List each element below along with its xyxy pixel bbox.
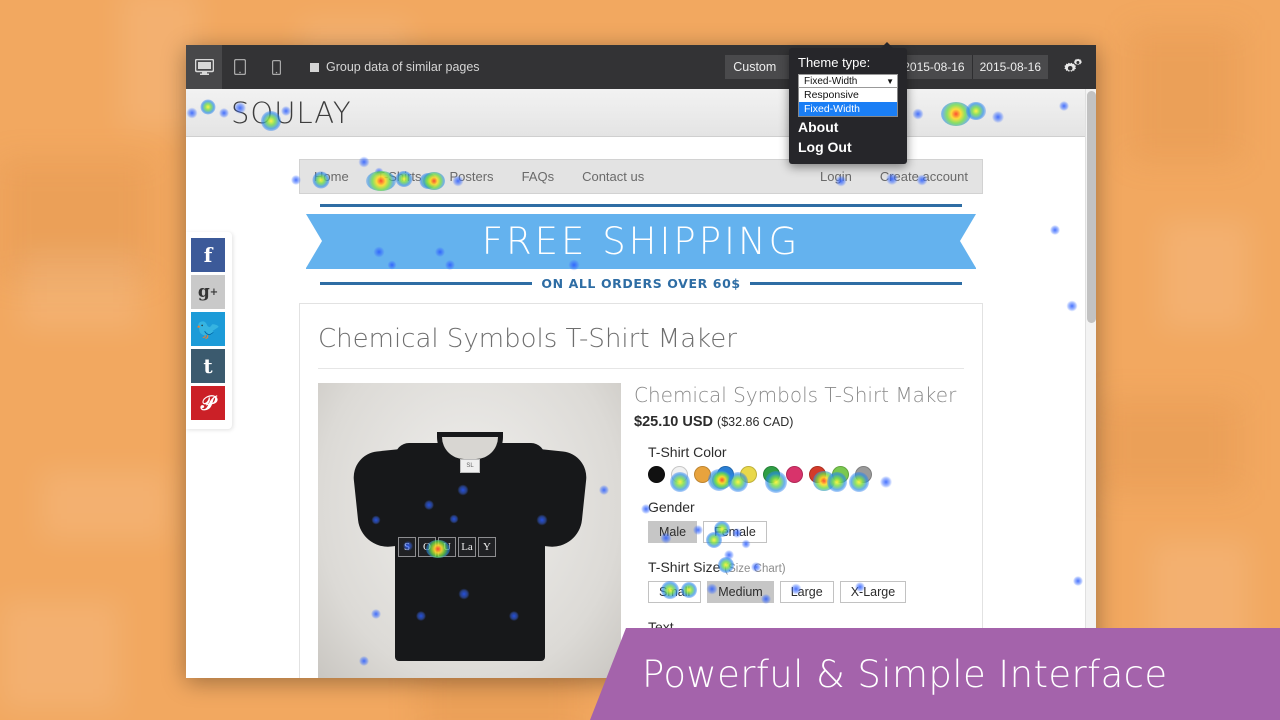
desktop-icon	[194, 59, 214, 75]
gender-options: Male Female	[648, 521, 964, 543]
banner-top-rule	[320, 204, 962, 207]
nav-item-create-account[interactable]: Create account	[880, 169, 968, 184]
theme-option-fixed-width[interactable]: Fixed-Width	[799, 102, 897, 116]
site-logo[interactable]: SOULAY	[231, 96, 352, 130]
tablet-icon	[234, 59, 246, 75]
banner-subline: ON ALL ORDERS OVER 60$	[541, 276, 741, 291]
analytics-window: Group data of similar pages Custom 2015-…	[186, 45, 1096, 678]
product-price: $25.10 USD ($32.86 CAD)	[634, 414, 964, 430]
caption-text: Powerful & Simple Interface	[642, 652, 1168, 696]
size-label-text: T-Shirt Size	[648, 559, 721, 575]
viewport-scrollbar[interactable]	[1085, 89, 1096, 678]
settings-dropdown-menu: Theme type: Fixed-Width ▼ Responsive Fix…	[789, 42, 907, 164]
size-option-small[interactable]: Small	[648, 581, 702, 603]
color-swatch-grey[interactable]	[855, 466, 872, 483]
size-option-medium[interactable]: Medium	[707, 581, 774, 603]
color-swatch-black[interactable]	[648, 466, 665, 483]
checkbox-box	[310, 62, 319, 72]
device-toggle-desktop[interactable]	[186, 45, 222, 89]
element-tile: S	[398, 537, 416, 557]
element-tile: O	[418, 537, 436, 557]
device-toggle-tablet[interactable]	[222, 45, 258, 89]
date-range-inputs[interactable]: 2015-08-16 2015-08-16	[896, 55, 1048, 79]
nav-item-contact-us[interactable]: Contact us	[582, 169, 644, 184]
banner-rule-left	[320, 282, 533, 285]
nav-item-home[interactable]: Home	[314, 169, 349, 184]
nav-item-faqs[interactable]: FAQs	[522, 169, 555, 184]
tshirt-print: S O U La Y	[398, 537, 496, 557]
device-toggle-mobile[interactable]	[258, 45, 294, 89]
color-swatch-yellow[interactable]	[740, 466, 757, 483]
color-swatch-green[interactable]	[763, 466, 780, 483]
date-to-input[interactable]: 2015-08-16	[971, 55, 1048, 79]
color-swatch-orange[interactable]	[694, 466, 711, 483]
mobile-icon	[271, 59, 281, 75]
size-option-large[interactable]: Large	[779, 581, 834, 603]
product-name: Chemical Symbols T-Shirt Maker	[634, 383, 957, 407]
color-swatch-pink[interactable]	[786, 466, 803, 483]
color-swatch-lime[interactable]	[832, 466, 849, 483]
color-swatch-blue[interactable]	[717, 466, 734, 483]
color-label: T-Shirt Color	[648, 444, 727, 460]
gender-option-female[interactable]: Female	[703, 521, 767, 543]
color-swatch-red[interactable]	[809, 466, 826, 483]
size-options: Small Medium Large X-Large	[648, 581, 964, 603]
free-shipping-banner: FREE SHIPPING ON ALL ORDERS OVER 60$	[306, 204, 976, 291]
scrollbar-thumb[interactable]	[1087, 91, 1096, 323]
gender-option-male[interactable]: Male	[648, 521, 698, 543]
theme-type-option-list: Responsive Fixed-Width	[798, 88, 898, 117]
site-header: SOULAY	[186, 89, 1096, 137]
product-panel: Chemical Symbols T-Shirt Maker SL S O U …	[299, 303, 983, 678]
pinterest-icon[interactable]: 𝒫	[191, 386, 225, 420]
gear-icon	[1064, 58, 1082, 72]
color-swatch-white[interactable]	[671, 466, 688, 483]
nav-item-posters[interactable]: Posters	[449, 169, 493, 184]
chevron-down-icon: ▼	[886, 76, 894, 86]
element-tile: Y	[478, 537, 496, 557]
settings-button[interactable]	[1055, 58, 1087, 76]
size-label: T-Shirt Size (Size Chart)	[648, 559, 964, 575]
product-image[interactable]: SL S O U La Y	[318, 383, 621, 678]
tshirt-graphic: SL S O U La Y	[351, 431, 589, 661]
theme-type-value: Fixed-Width	[804, 75, 858, 87]
page-preview-viewport: SOULAY Home T-Shirts Posters FAQs Contac…	[186, 89, 1096, 678]
theme-type-select[interactable]: Fixed-Width ▼	[798, 74, 898, 88]
size-option-xlarge[interactable]: X-Large	[839, 581, 907, 603]
color-swatches	[648, 466, 964, 483]
social-share-rail: f g + 🐦 t 𝒫	[186, 232, 232, 429]
theme-option-responsive[interactable]: Responsive	[799, 88, 897, 102]
banner-headline: FREE SHIPPING	[481, 220, 801, 263]
googleplus-icon[interactable]: g +	[191, 275, 225, 309]
tumblr-icon[interactable]: t	[191, 349, 225, 383]
size-chart-link[interactable]: (Size Chart)	[724, 563, 785, 575]
tshirt-neck-tag: SL	[460, 459, 480, 473]
banner-rule-right	[749, 282, 963, 285]
price-cad: ($32.86 CAD)	[717, 415, 794, 429]
nav-item-tshirts[interactable]: T-Shirts	[377, 169, 422, 184]
page-title: Chemical Symbols T-Shirt Maker	[318, 324, 964, 369]
date-range-value: Custom	[733, 60, 777, 74]
gender-label: Gender	[648, 499, 695, 515]
element-tile: U	[438, 537, 456, 557]
caption-banner: Powerful & Simple Interface	[590, 628, 1280, 720]
element-tile: La	[458, 537, 476, 557]
theme-type-label: Theme type:	[798, 55, 871, 70]
facebook-icon[interactable]: f	[191, 238, 225, 272]
menu-item-about[interactable]: About	[798, 117, 898, 137]
nav-item-login[interactable]: Login	[820, 169, 852, 184]
analytics-toolbar: Group data of similar pages Custom 2015-…	[186, 45, 1096, 89]
menu-item-logout[interactable]: Log Out	[798, 137, 898, 157]
twitter-icon[interactable]: 🐦	[191, 312, 225, 346]
group-similar-pages-checkbox[interactable]: Group data of similar pages	[310, 60, 480, 74]
date-from-input[interactable]: 2015-08-16	[896, 55, 971, 79]
banner-ribbon: FREE SHIPPING	[306, 214, 976, 269]
group-similar-pages-label: Group data of similar pages	[326, 60, 480, 74]
site-navbar: Home T-Shirts Posters FAQs Contact us Lo…	[299, 159, 983, 194]
price-usd: $25.10 USD	[634, 414, 713, 430]
